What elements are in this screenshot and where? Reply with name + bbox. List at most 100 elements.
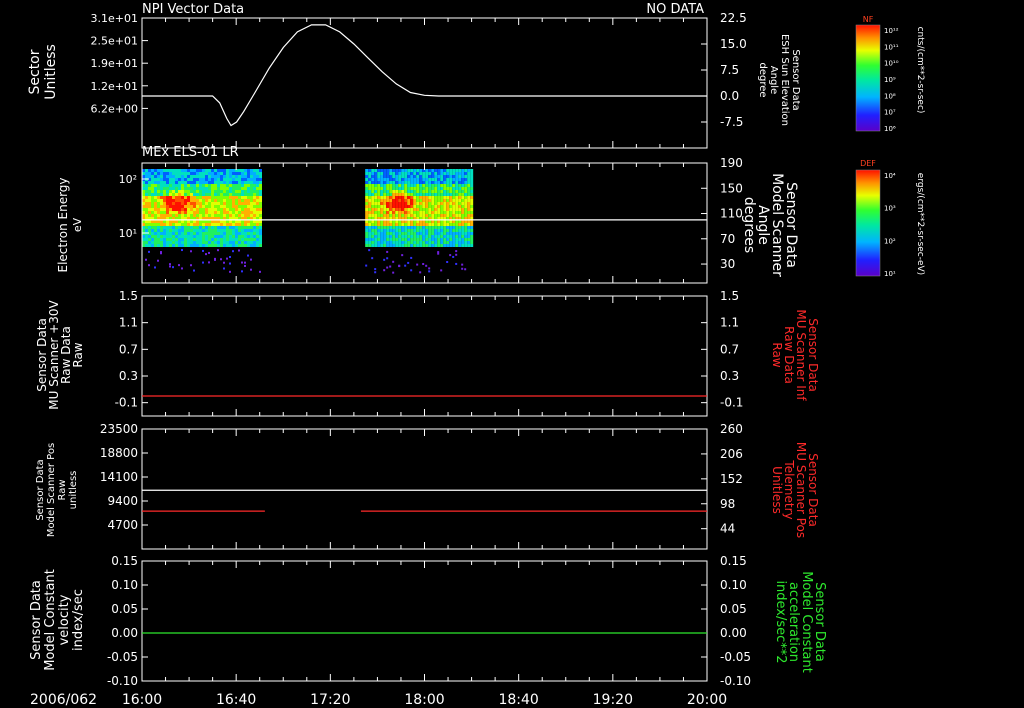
spectrogram-cell	[241, 241, 244, 244]
spectrogram-cell	[214, 202, 217, 205]
spectrogram-cell	[380, 193, 384, 196]
spectrogram-cell	[184, 169, 187, 172]
spectrogram-cell	[166, 244, 169, 247]
spectrogram-cell	[449, 175, 453, 178]
spectrogram-cell	[151, 169, 154, 172]
spectrogram-cell	[410, 229, 414, 232]
spectrogram-cell	[172, 226, 175, 229]
spectrogram-cell	[467, 229, 471, 232]
spectrogram-cell	[404, 181, 408, 184]
spectrogram-cell	[172, 196, 175, 199]
spectrogram-cell	[440, 211, 444, 214]
spectrogram-cell	[199, 202, 202, 205]
panel5-ylabel-left: Sensor Data Model Constant velocity inde…	[29, 569, 86, 671]
spectrogram-cell	[208, 178, 211, 181]
spectrogram-cell	[214, 175, 217, 178]
spectrogram-cell	[148, 214, 151, 217]
spectrogram-cell	[166, 205, 169, 208]
spectrogram-cell	[202, 181, 205, 184]
spectrogram-cell	[235, 223, 238, 226]
spectrogram-cell	[467, 241, 471, 244]
spectrogram-cell	[163, 241, 166, 244]
spectrogram-cell	[181, 232, 184, 235]
spectrogram-cell	[193, 187, 196, 190]
spectrogram-cell	[443, 175, 447, 178]
spectrogram-cell	[244, 178, 247, 181]
spectrogram-cell	[428, 172, 432, 175]
spectrogram-cell	[380, 175, 384, 178]
spectrogram-cell	[395, 241, 399, 244]
spectrogram-cell	[377, 241, 381, 244]
spectrogram-cell	[211, 211, 214, 214]
spectrogram-speck	[229, 262, 231, 265]
spectrogram-cell	[247, 193, 250, 196]
spectrogram-cell	[190, 196, 193, 199]
spectrogram-cell	[160, 229, 163, 232]
spectrogram-cell	[452, 214, 456, 217]
spectrogram-cell	[193, 193, 196, 196]
spectrogram-cell	[452, 232, 456, 235]
spectrogram-cell	[166, 175, 169, 178]
spectrogram-cell	[401, 178, 405, 181]
spectrogram-cell	[211, 178, 214, 181]
spectrogram-cell	[214, 169, 217, 172]
spectrogram-cell	[184, 238, 187, 241]
spectrogram-cell	[398, 187, 402, 190]
spectrogram-cell	[395, 235, 399, 238]
spectrogram-cell	[374, 187, 378, 190]
spectrogram-cell	[392, 232, 396, 235]
spectrogram-cell	[440, 190, 444, 193]
spectrogram-cell	[241, 220, 244, 223]
chart-stage: NPI Vector Data NO DATA Sector Unitless …	[27, 2, 925, 708]
spectrogram-cell	[211, 229, 214, 232]
spectrogram-cell	[437, 235, 441, 238]
spectrogram-cell	[401, 181, 405, 184]
spectrogram-cell	[163, 199, 166, 202]
spectrogram-cell	[214, 193, 217, 196]
spectrogram-cell	[383, 229, 387, 232]
spectrogram-cell	[365, 220, 369, 223]
spectrogram-cell	[365, 211, 369, 214]
spectrogram-cell	[416, 196, 420, 199]
spectrogram-cell	[193, 205, 196, 208]
colorbar-tick-label: 10⁴	[884, 172, 896, 180]
spectrogram-cell	[374, 181, 378, 184]
spectrogram-cell	[148, 208, 151, 211]
spectrogram-cell	[148, 205, 151, 208]
spectrogram-cell	[247, 187, 250, 190]
spectrogram-cell	[172, 232, 175, 235]
spectrogram-cell	[226, 214, 229, 217]
spectrogram-cell	[205, 241, 208, 244]
spectrogram-cell	[425, 223, 429, 226]
spectrogram-cell	[461, 172, 465, 175]
spectrogram-cell	[368, 169, 372, 172]
spectrogram-cell	[148, 220, 151, 223]
spectrogram-cell	[425, 244, 429, 247]
spectrogram-cell	[199, 178, 202, 181]
spectrogram-speck	[389, 265, 392, 268]
spectrogram-cell	[202, 178, 205, 181]
nf-colorbar-ticks: 10¹²10¹¹10¹⁰10⁹10⁸10⁷10⁶	[884, 27, 899, 133]
spectrogram-cell	[446, 169, 450, 172]
spectrogram-cell	[229, 232, 232, 235]
spectrogram-cell	[154, 223, 157, 226]
spectrogram-cell	[386, 220, 390, 223]
spectrogram-cell	[410, 226, 414, 229]
spectrogram-cell	[256, 172, 259, 175]
spectrogram-cell	[437, 202, 441, 205]
spectrogram-cell	[380, 196, 384, 199]
spectrogram-cell	[392, 190, 396, 193]
ytick-label-right: 1.1	[720, 316, 739, 330]
spectrogram-cell	[241, 169, 244, 172]
spectrogram-cell	[175, 190, 178, 193]
spectrogram-cell	[238, 196, 241, 199]
spectrogram-cell	[383, 214, 387, 217]
spectrogram-cell	[410, 199, 414, 202]
panel5-ylabel-right: Sensor Data Model Constant acceleration …	[773, 571, 827, 673]
spectrogram-cell	[413, 181, 417, 184]
spectrogram-cell	[419, 202, 423, 205]
spectrogram-cell	[404, 196, 408, 199]
spectrogram-cell	[157, 220, 160, 223]
spectrogram-cell	[208, 205, 211, 208]
spectrogram-cell	[238, 241, 241, 244]
